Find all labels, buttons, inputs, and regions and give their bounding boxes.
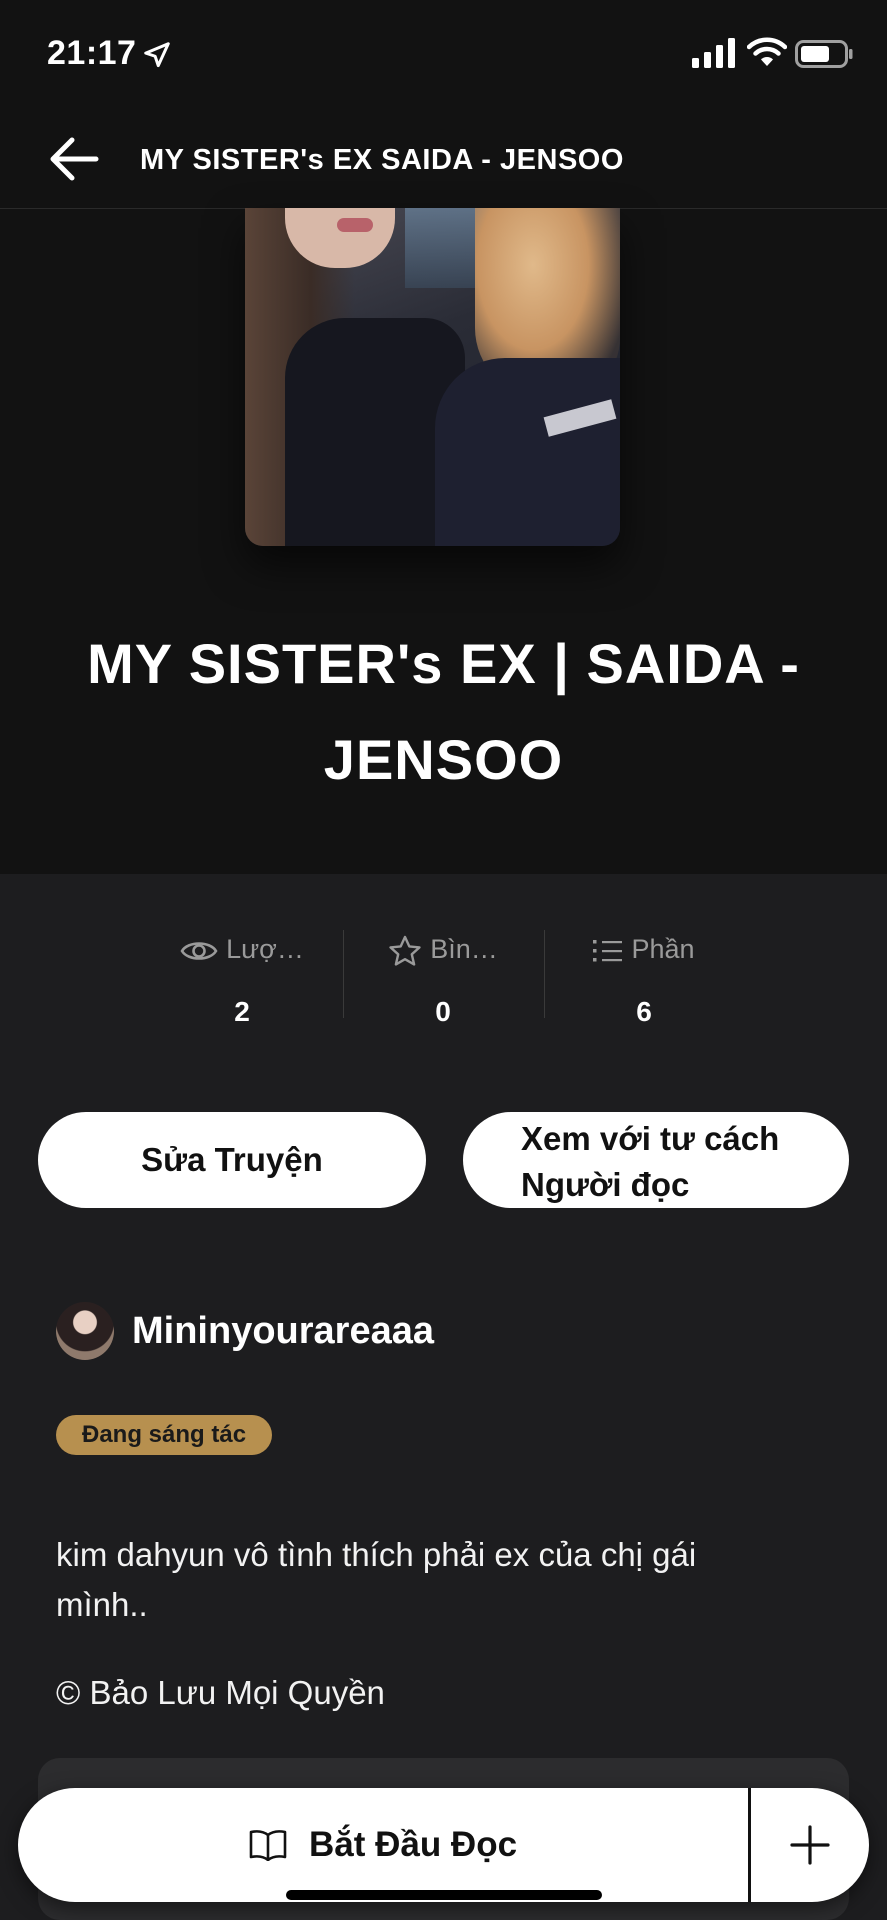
plus-icon [790, 1825, 830, 1865]
edit-story-button[interactable]: Sửa Truyện [38, 1112, 426, 1208]
wifi-icon [747, 37, 787, 66]
book-icon [249, 1830, 287, 1861]
status-badge: Đang sáng tác [56, 1415, 273, 1455]
view-as-reader-button[interactable]: Xem với tư cách Người đọc [463, 1112, 849, 1208]
stat-votes-value: 0 [435, 996, 451, 1027]
home-indicator [286, 1890, 602, 1900]
stat-votes-label: Bìn… [343, 934, 543, 967]
status-bar: 21:17 [0, 0, 887, 110]
start-reading-button[interactable]: Bắt Đầu Đọc [18, 1788, 748, 1902]
star-icon [389, 935, 421, 966]
location-arrow-icon [144, 42, 170, 68]
story-title: MY SISTER's EX | SAIDA - JENSOO [87, 632, 800, 791]
battery-icon [795, 40, 853, 68]
stat-reads: Lượ… 2 [142, 934, 342, 1034]
stat-reads-label: Lượ… [142, 934, 342, 965]
avatar[interactable] [56, 1302, 114, 1360]
copyright-text: © Bảo Lưu Mọi Quyền [56, 1674, 385, 1711]
reading-action-bar: Bắt Đầu Đọc [18, 1788, 869, 1902]
eye-icon [180, 942, 218, 960]
start-reading-label: Bắt Đầu Đọc [308, 1825, 518, 1864]
add-to-list-button[interactable] [751, 1788, 869, 1902]
story-cover-image [245, 208, 620, 546]
author-row[interactable]: Mininyourareaaa [56, 1302, 756, 1362]
nav-bar: MY SISTER's EX SAIDA - JENSOO [0, 110, 887, 209]
list-icon [593, 939, 623, 962]
back-arrow-icon[interactable] [46, 134, 102, 184]
cellular-signal-icon [692, 38, 735, 68]
nav-title: MY SISTER's EX SAIDA - JENSOO [140, 144, 624, 176]
stat-parts-label: Phần [544, 934, 744, 965]
stat-reads-value: 2 [234, 996, 250, 1027]
edit-story-label: Sửa Truyện [141, 1141, 323, 1178]
author-name[interactable]: Mininyourareaaa [132, 1310, 434, 1353]
stat-parts: Phần 6 [544, 934, 744, 1034]
status-time: 21:17 [47, 34, 137, 72]
view-as-reader-label: Xem với tư cách Người đọc [521, 1120, 780, 1203]
stat-parts-value: 6 [636, 996, 652, 1027]
story-description: kim dahyun vô tình thích phải ex của chị… [56, 1536, 697, 1623]
story-stats: Lượ… 2 Bìn… 0 Phần 6 [0, 920, 887, 1030]
stat-votes: Bìn… 0 [343, 934, 543, 1034]
